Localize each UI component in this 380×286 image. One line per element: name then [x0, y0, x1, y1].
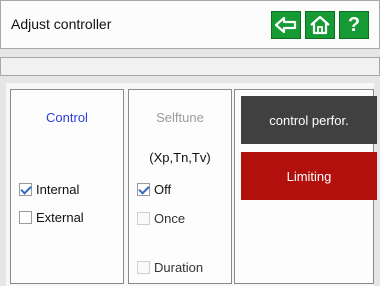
off-option[interactable]: Off	[137, 182, 171, 197]
limiting-button[interactable]: Limiting	[241, 152, 377, 200]
sub-header-bar	[0, 57, 380, 76]
actions-panel: control perfor. Limiting	[234, 89, 377, 284]
limiting-label: Limiting	[286, 168, 332, 184]
control-title: Control	[46, 110, 88, 125]
external-option[interactable]: External	[19, 210, 84, 225]
once-label: Once	[154, 211, 186, 226]
help-button[interactable]: ?	[339, 11, 369, 39]
duration-option[interactable]: Duration	[137, 260, 203, 275]
help-icon: ?	[347, 14, 361, 36]
once-option[interactable]: Once	[137, 211, 185, 226]
back-arrow-icon	[274, 16, 297, 34]
selftune-subtitle: (Xp,Tn,Tv)	[149, 150, 211, 165]
control-performance-button[interactable]: control perfor.	[241, 96, 377, 144]
external-checkbox[interactable]	[19, 211, 32, 224]
selftune-title: Selftune	[156, 110, 204, 125]
external-label: External	[36, 210, 84, 225]
internal-checkbox[interactable]	[19, 183, 32, 196]
content-area: Control Internal External Selftune (Xp,T…	[6, 83, 377, 286]
home-button[interactable]	[305, 11, 335, 39]
selftune-panel: Selftune (Xp,Tn,Tv) Off Once Duration	[128, 89, 232, 284]
back-button[interactable]	[271, 11, 301, 39]
duration-label: Duration	[154, 260, 204, 275]
control-panel: Control Internal External	[10, 89, 124, 284]
internal-label: Internal	[36, 182, 80, 197]
title-bar: Adjust controller ?	[0, 0, 380, 49]
duration-checkbox[interactable]	[137, 261, 150, 274]
off-label: Off	[154, 182, 172, 197]
control-performance-label: control perfor.	[269, 112, 349, 128]
page-title: Adjust controller	[11, 16, 112, 32]
internal-option[interactable]: Internal	[19, 182, 79, 197]
once-checkbox[interactable]	[137, 212, 150, 225]
home-icon	[310, 15, 330, 35]
off-checkbox[interactable]	[137, 183, 150, 196]
